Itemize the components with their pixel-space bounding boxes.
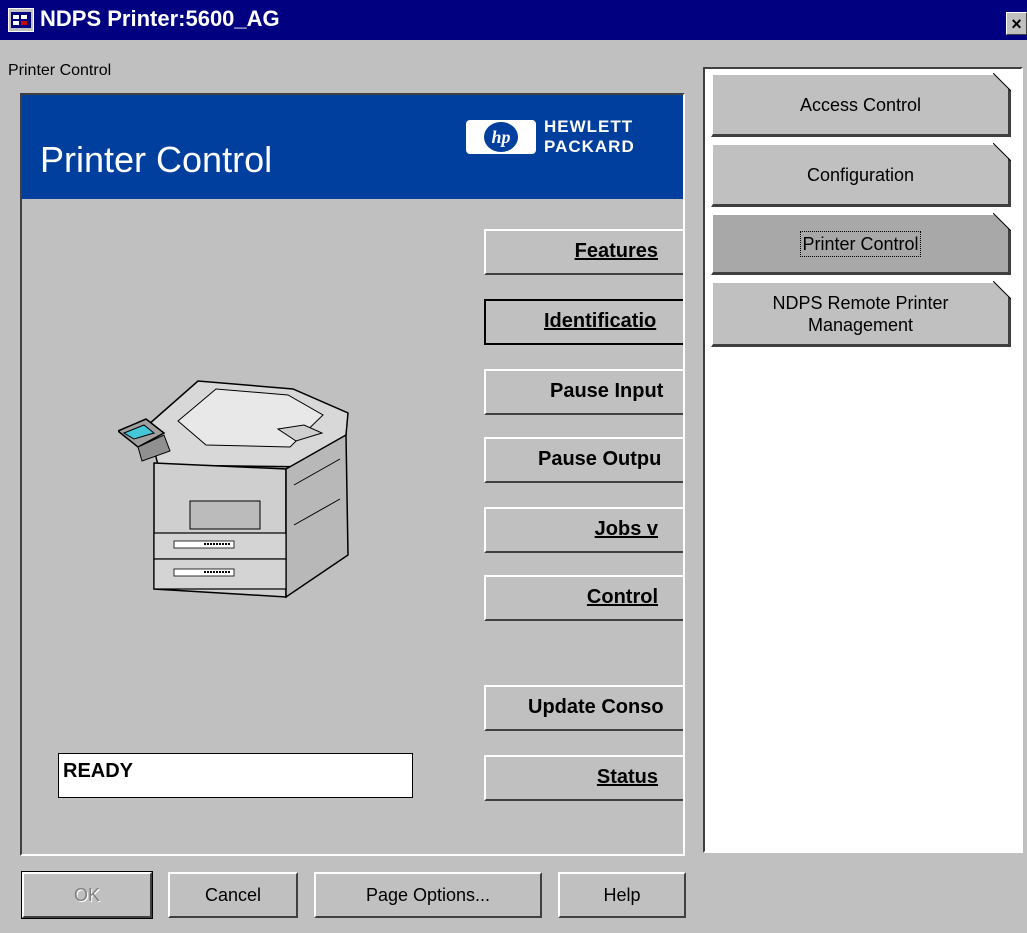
page-options-button-label: Page Options... bbox=[365, 884, 491, 905]
help-button-label: Help bbox=[603, 884, 641, 905]
page-corner-icon bbox=[993, 143, 1011, 161]
tab-configuration[interactable]: Configuration bbox=[711, 143, 1011, 207]
identification-button[interactable]: Identificatio bbox=[484, 299, 683, 345]
status-display: READY bbox=[58, 753, 413, 798]
features-button[interactable]: Features bbox=[484, 229, 683, 275]
features-button-label: Features bbox=[574, 240, 658, 262]
window-title: NDPS Printer:5600_AG bbox=[40, 6, 280, 31]
help-button[interactable]: Help bbox=[558, 872, 686, 918]
banner-title: Printer Control bbox=[40, 139, 273, 180]
tab-configuration-label: Configuration bbox=[806, 164, 915, 185]
status-button-label: Status bbox=[596, 766, 658, 788]
update-console-button-label: Update Conso bbox=[528, 696, 664, 718]
printer-illustration bbox=[118, 380, 349, 599]
page-corner-icon bbox=[993, 281, 1011, 299]
close-icon: × bbox=[1011, 13, 1022, 34]
page-corner-icon bbox=[993, 73, 1011, 91]
close-button[interactable]: × bbox=[1006, 12, 1027, 35]
tab-access-control[interactable]: Access Control bbox=[711, 73, 1011, 137]
control-button[interactable]: Control bbox=[484, 575, 683, 621]
page-options-button[interactable]: Page Options... bbox=[314, 872, 542, 918]
title-bar: NDPS Printer:5600_AG × bbox=[0, 0, 1027, 40]
page-corner-icon bbox=[993, 213, 1011, 231]
pause-input-button[interactable]: Pause Input bbox=[484, 369, 683, 415]
jobs-button-label: Jobs v bbox=[594, 518, 658, 540]
tab-printer-control[interactable]: Printer Control bbox=[711, 213, 1011, 275]
pause-input-button-label: Pause Input bbox=[550, 380, 664, 402]
update-console-button[interactable]: Update Conso bbox=[484, 685, 683, 731]
hp-logo-mark: hp bbox=[466, 120, 536, 154]
identification-button-label: Identificatio bbox=[544, 310, 657, 332]
banner: Printer Control hp HEWLETT PACKARD bbox=[22, 95, 683, 199]
printer-control-panel: Printer Control hp HEWLETT PACKARD Featu… bbox=[20, 93, 685, 856]
cancel-button-label: Cancel bbox=[204, 884, 262, 905]
tab-access-control-label: Access Control bbox=[799, 94, 922, 115]
tab-ndps-remote-label: NDPS Remote Printer Management bbox=[772, 292, 949, 335]
control-button-label: Control bbox=[586, 586, 658, 608]
pause-output-button-label: Pause Outpu bbox=[538, 448, 662, 470]
hp-logo-mark-text: hp bbox=[484, 122, 518, 152]
page-label: Printer Control bbox=[8, 62, 112, 79]
ok-button[interactable]: OK bbox=[21, 871, 153, 919]
ok-button-label: OK bbox=[73, 884, 100, 905]
status-button[interactable]: Status bbox=[484, 755, 683, 801]
jobs-button[interactable]: Jobs v bbox=[484, 507, 683, 553]
cancel-button[interactable]: Cancel bbox=[168, 872, 298, 918]
pause-output-button[interactable]: Pause Outpu bbox=[484, 437, 683, 483]
tab-printer-control-label: Printer Control bbox=[800, 230, 921, 257]
app-icon[interactable] bbox=[8, 8, 34, 32]
hp-logo: hp HEWLETT PACKARD bbox=[466, 117, 671, 157]
page-tabs: Access Control Configuration Printer Con… bbox=[703, 67, 1023, 853]
tab-ndps-remote-printer-management[interactable]: NDPS Remote Printer Management bbox=[711, 281, 1011, 347]
hp-logo-text: HEWLETT PACKARD bbox=[544, 117, 635, 156]
